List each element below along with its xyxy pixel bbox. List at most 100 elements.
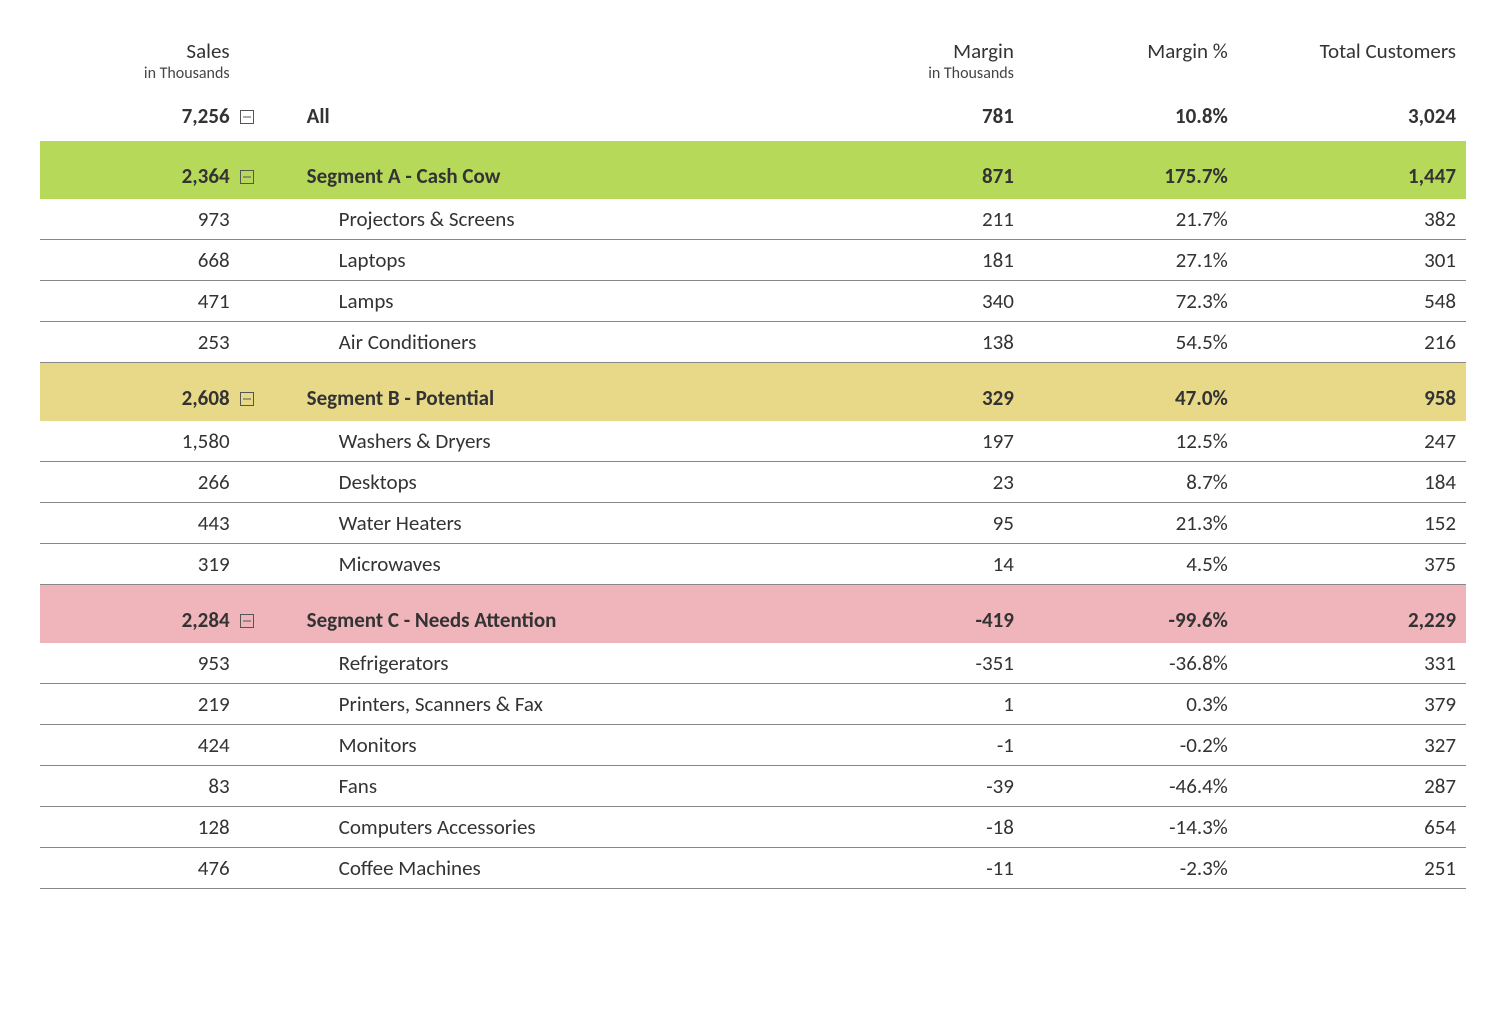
all-sales: 7,256 xyxy=(40,101,240,141)
item-margin: 197 xyxy=(810,421,1024,462)
item-customers: 247 xyxy=(1238,421,1466,462)
segment-margin-pct: -99.6% xyxy=(1024,585,1238,644)
item-sales: 471 xyxy=(40,281,240,322)
segment-margin-pct: 175.7% xyxy=(1024,141,1238,199)
header-sales-title: Sales xyxy=(50,38,230,64)
item-label: Laptops xyxy=(297,240,810,281)
item-label: Projectors & Screens xyxy=(297,199,810,240)
item-label: Coffee Machines xyxy=(297,848,810,889)
item-row[interactable]: 973 Projectors & Screens 211 21.7% 382 xyxy=(40,199,1466,240)
segment-customers: 2,229 xyxy=(1238,585,1466,644)
item-label: Fans xyxy=(297,766,810,807)
item-margin: 211 xyxy=(810,199,1024,240)
header-margin[interactable]: Margin in Thousands xyxy=(810,30,1024,101)
item-margin-pct: -14.3% xyxy=(1024,807,1238,848)
item-margin-pct: -46.4% xyxy=(1024,766,1238,807)
item-sales: 953 xyxy=(40,643,240,684)
segment-row-b[interactable]: 2,608 Segment B - Potential 329 47.0% 95… xyxy=(40,363,1466,422)
item-sales: 319 xyxy=(40,544,240,585)
item-sales: 443 xyxy=(40,503,240,544)
item-margin-pct: 54.5% xyxy=(1024,322,1238,363)
item-sales: 128 xyxy=(40,807,240,848)
segment-row-c[interactable]: 2,284 Segment C - Needs Attention -419 -… xyxy=(40,585,1466,644)
header-margin-sub: in Thousands xyxy=(820,64,1014,83)
header-customers-title: Total Customers xyxy=(1248,38,1456,64)
all-margin: 781 xyxy=(810,101,1024,141)
item-row[interactable]: 319 Microwaves 14 4.5% 375 xyxy=(40,544,1466,585)
item-margin-pct: -36.8% xyxy=(1024,643,1238,684)
all-margin-pct: 10.8% xyxy=(1024,101,1238,141)
item-row[interactable]: 253 Air Conditioners 138 54.5% 216 xyxy=(40,322,1466,363)
segment-sales: 2,284 xyxy=(40,585,240,644)
item-label: Refrigerators xyxy=(297,643,810,684)
item-label: Washers & Dryers xyxy=(297,421,810,462)
item-customers: 331 xyxy=(1238,643,1466,684)
item-label: Computers Accessories xyxy=(297,807,810,848)
collapse-icon[interactable] xyxy=(240,392,254,406)
item-margin-pct: 72.3% xyxy=(1024,281,1238,322)
item-margin: 23 xyxy=(810,462,1024,503)
item-margin: -18 xyxy=(810,807,1024,848)
item-margin: 1 xyxy=(810,684,1024,725)
item-customers: 184 xyxy=(1238,462,1466,503)
item-customers: 251 xyxy=(1238,848,1466,889)
item-margin: 181 xyxy=(810,240,1024,281)
item-margin-pct: 4.5% xyxy=(1024,544,1238,585)
item-margin: 138 xyxy=(810,322,1024,363)
item-margin-pct: -2.3% xyxy=(1024,848,1238,889)
item-customers: 379 xyxy=(1238,684,1466,725)
item-margin-pct: 21.3% xyxy=(1024,503,1238,544)
item-sales: 266 xyxy=(40,462,240,503)
item-customers: 301 xyxy=(1238,240,1466,281)
item-row[interactable]: 128 Computers Accessories -18 -14.3% 654 xyxy=(40,807,1466,848)
item-row[interactable]: 476 Coffee Machines -11 -2.3% 251 xyxy=(40,848,1466,889)
header-sales-sub: in Thousands xyxy=(50,64,230,83)
item-row[interactable]: 266 Desktops 23 8.7% 184 xyxy=(40,462,1466,503)
header-margin-pct[interactable]: Margin % xyxy=(1024,30,1238,101)
item-row[interactable]: 424 Monitors -1 -0.2% 327 xyxy=(40,725,1466,766)
item-margin: 14 xyxy=(810,544,1024,585)
segment-sales: 2,608 xyxy=(40,363,240,422)
item-label: Desktops xyxy=(297,462,810,503)
header-sales[interactable]: Sales in Thousands xyxy=(40,30,240,101)
pivot-table: Sales in Thousands Margin in Thousands M… xyxy=(40,30,1466,889)
collapse-icon[interactable] xyxy=(240,614,254,628)
item-sales: 424 xyxy=(40,725,240,766)
item-label: Lamps xyxy=(297,281,810,322)
item-customers: 152 xyxy=(1238,503,1466,544)
item-sales: 253 xyxy=(40,322,240,363)
header-margin-title: Margin xyxy=(820,38,1014,64)
segment-margin-pct: 47.0% xyxy=(1024,363,1238,422)
item-sales: 668 xyxy=(40,240,240,281)
item-row[interactable]: 83 Fans -39 -46.4% 287 xyxy=(40,766,1466,807)
segment-row-a[interactable]: 2,364 Segment A - Cash Cow 871 175.7% 1,… xyxy=(40,141,1466,199)
all-label: All xyxy=(297,101,810,141)
item-row[interactable]: 443 Water Heaters 95 21.3% 152 xyxy=(40,503,1466,544)
segment-customers: 1,447 xyxy=(1238,141,1466,199)
collapse-icon[interactable] xyxy=(240,110,254,124)
item-customers: 327 xyxy=(1238,725,1466,766)
item-margin-pct: 8.7% xyxy=(1024,462,1238,503)
item-row[interactable]: 668 Laptops 181 27.1% 301 xyxy=(40,240,1466,281)
collapse-icon[interactable] xyxy=(240,170,254,184)
segment-margin: 329 xyxy=(810,363,1024,422)
header-margin-pct-title: Margin % xyxy=(1034,38,1228,64)
segment-label: Segment C - Needs Attention xyxy=(297,585,810,644)
header-label-spacer xyxy=(297,30,810,101)
item-margin: 95 xyxy=(810,503,1024,544)
header-customers[interactable]: Total Customers xyxy=(1238,30,1466,101)
item-margin: -11 xyxy=(810,848,1024,889)
item-row[interactable]: 471 Lamps 340 72.3% 548 xyxy=(40,281,1466,322)
item-margin: 340 xyxy=(810,281,1024,322)
item-label: Water Heaters xyxy=(297,503,810,544)
item-row[interactable]: 953 Refrigerators -351 -36.8% 331 xyxy=(40,643,1466,684)
all-customers: 3,024 xyxy=(1238,101,1466,141)
header-row: Sales in Thousands Margin in Thousands M… xyxy=(40,30,1466,101)
item-row[interactable]: 1,580 Washers & Dryers 197 12.5% 247 xyxy=(40,421,1466,462)
item-customers: 654 xyxy=(1238,807,1466,848)
segment-margin: 871 xyxy=(810,141,1024,199)
item-row[interactable]: 219 Printers, Scanners & Fax 1 0.3% 379 xyxy=(40,684,1466,725)
segment-margin: -419 xyxy=(810,585,1024,644)
row-all[interactable]: 7,256 All 781 10.8% 3,024 xyxy=(40,101,1466,141)
item-margin-pct: 0.3% xyxy=(1024,684,1238,725)
